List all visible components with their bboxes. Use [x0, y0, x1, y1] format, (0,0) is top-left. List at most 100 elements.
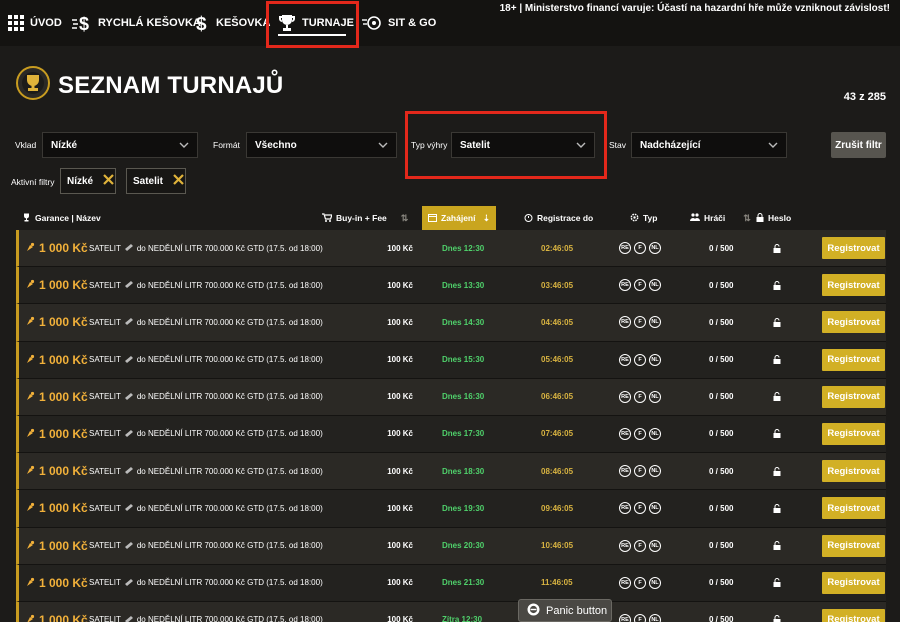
filter-select-format[interactable]: Všechno: [246, 132, 397, 158]
column-header-registration[interactable]: Registrace do: [524, 206, 593, 230]
players-cell: 0 / 500: [709, 429, 734, 439]
ticket-icon: [124, 503, 134, 513]
trophy-icon: [25, 315, 35, 329]
table-row: 1 000 Kč SATELIT do NEDĚLNÍ LITR 700.000…: [16, 230, 886, 268]
sort-desc-icon: ⇣: [482, 212, 490, 223]
filter-label-vklad: Vklad: [15, 140, 37, 150]
nav-item-kesovka[interactable]: $ KEŠOVKA: [196, 0, 270, 46]
table-row: 1 000 Kč SATELIT do NEDĚLNÍ LITR 700.000…: [16, 341, 886, 379]
active-filter-chip[interactable]: Nízké: [60, 168, 116, 194]
clear-filter-button[interactable]: Zrušit filtr: [831, 132, 886, 158]
start-cell: Dnes 12:30: [442, 243, 485, 253]
type-badge: F: [634, 242, 646, 254]
type-badges: RE F NL: [619, 453, 661, 489]
registration-countdown: 07:46:05: [541, 429, 574, 439]
guarantee-cell: 1 000 Kč: [25, 528, 88, 564]
column-header-password[interactable]: Heslo: [756, 206, 791, 230]
svg-text:$: $: [196, 14, 207, 33]
name-text: do NEDĚLNÍ LITR 700.000 Kč GTD (17.5. od…: [136, 466, 323, 476]
tournament-name[interactable]: SATELIT do NEDĚLNÍ LITR 700.000 Kč GTD (…: [89, 490, 323, 526]
register-button[interactable]: Registrovat: [822, 608, 885, 622]
type-badge: NL: [649, 502, 661, 515]
panic-button[interactable]: Panic button: [518, 599, 612, 622]
type-badge: NL: [649, 353, 661, 366]
name-text: do NEDĚLNÍ LITR 700.000 Kč GTD (17.5. od…: [136, 503, 323, 513]
unlocked-icon: [773, 342, 781, 378]
tournament-name[interactable]: SATELIT do NEDĚLNÍ LITR 700.000 Kč GTD (…: [89, 528, 323, 564]
nav-item-rychla-kesovka[interactable]: $ RYCHLÁ KEŠOVKA: [72, 0, 201, 46]
register-button[interactable]: Registrovat: [822, 237, 885, 259]
register-button[interactable]: Registrovat: [822, 497, 885, 520]
tournament-name[interactable]: SATELIT do NEDĚLNÍ LITR 700.000 Kč GTD (…: [89, 230, 323, 266]
type-badge: RE: [619, 316, 631, 329]
unlocked-icon: [773, 453, 781, 489]
column-header-start[interactable]: Zahájení ⇣: [422, 206, 496, 230]
grid-icon: [8, 15, 24, 31]
guarantee-amount: 1 000 Kč: [39, 575, 88, 590]
tournament-name[interactable]: SATELIT do NEDĚLNÍ LITR 700.000 Kč GTD (…: [89, 342, 323, 378]
buyin-cell: 100 Kč: [387, 466, 413, 476]
type-badge: NL: [649, 427, 661, 440]
name-text: do NEDĚLNÍ LITR 700.000 Kč GTD (17.5. od…: [136, 615, 323, 622]
type-badge: RE: [619, 427, 631, 440]
start-cell: Dnes 15:30: [442, 355, 485, 365]
unlocked-icon: [773, 528, 781, 564]
register-button[interactable]: Registrovat: [822, 274, 885, 297]
register-button[interactable]: Registrovat: [822, 422, 885, 445]
stopwatch-icon: [524, 213, 533, 224]
sitgo-icon: [362, 15, 382, 31]
column-header-name[interactable]: Garance | Název: [22, 206, 101, 230]
filter-select-stav[interactable]: Nadcházející: [631, 132, 787, 158]
name-text: do NEDĚLNÍ LITR 700.000 Kč GTD (17.5. od…: [136, 578, 323, 588]
register-button[interactable]: Registrovat: [822, 385, 885, 408]
trophy-icon: [25, 501, 35, 515]
tournament-name[interactable]: SATELIT do NEDĚLNÍ LITR 700.000 Kč GTD (…: [89, 565, 323, 601]
active-filter-chip[interactable]: Satelit: [126, 168, 186, 194]
registration-countdown: 02:46:05: [541, 243, 574, 253]
nav-item-uvod[interactable]: ÚVOD: [8, 0, 62, 46]
table-row: 1 000 Kč SATELIT do NEDĚLNÍ LITR 700.000…: [16, 601, 886, 622]
tournament-name[interactable]: SATELIT do NEDĚLNÍ LITR 700.000 Kč GTD (…: [89, 379, 323, 415]
name-prefix: SATELIT: [89, 243, 121, 253]
buyin-cell: 100 Kč: [387, 541, 413, 550]
registration-countdown: 11:46:05: [541, 578, 573, 588]
name-prefix: SATELIT: [89, 392, 121, 402]
register-button[interactable]: Registrovat: [822, 348, 885, 371]
panic-icon: [527, 603, 540, 619]
column-header-players[interactable]: Hráči ⇅: [690, 206, 751, 230]
nav-label: RYCHLÁ KEŠOVKA: [98, 17, 201, 29]
start-cell: Dnes 17:30: [442, 429, 485, 439]
unlocked-icon: [773, 602, 781, 622]
type-badges: RE F NL: [619, 528, 661, 564]
register-button[interactable]: Registrovat: [822, 534, 885, 557]
start-cell: Zítra 12:30: [442, 615, 483, 622]
register-button[interactable]: Registrovat: [822, 460, 885, 483]
type-badge: RE: [619, 539, 631, 552]
name-text: do NEDĚLNÍ LITR 700.000 Kč GTD (17.5. od…: [136, 392, 323, 402]
type-badge: F: [634, 353, 646, 366]
tournament-name[interactable]: SATELIT do NEDĚLNÍ LITR 700.000 Kč GTD (…: [89, 416, 323, 452]
players-cell: 0 / 500: [709, 503, 734, 513]
filter-select-vklad[interactable]: Nízké: [42, 132, 198, 158]
ticket-icon: [124, 317, 134, 327]
register-button[interactable]: Registrovat: [822, 571, 885, 594]
type-badge: RE: [619, 576, 631, 589]
players-cell: 0 / 500: [709, 317, 734, 327]
name-text: do NEDĚLNÍ LITR 700.000 Kč GTD (17.5. od…: [136, 317, 323, 327]
close-icon[interactable]: [173, 174, 184, 188]
table-row: 1 000 Kč SATELIT do NEDĚLNÍ LITR 700.000…: [16, 453, 886, 491]
tournament-name[interactable]: SATELIT do NEDĚLNÍ LITR 700.000 Kč GTD (…: [89, 267, 323, 303]
register-button[interactable]: Registrovat: [822, 311, 885, 334]
tournament-name[interactable]: SATELIT do NEDĚLNÍ LITR 700.000 Kč GTD (…: [89, 453, 323, 489]
unlocked-icon: [773, 267, 781, 303]
select-value: Všechno: [255, 139, 297, 151]
tournament-name[interactable]: SATELIT do NEDĚLNÍ LITR 700.000 Kč GTD (…: [89, 602, 323, 622]
column-header-buyin[interactable]: Buy-in + Fee ⇅: [322, 206, 408, 230]
tournament-name[interactable]: SATELIT do NEDĚLNÍ LITR 700.000 Kč GTD (…: [89, 304, 323, 340]
close-icon[interactable]: [103, 174, 114, 188]
nav-item-sit-go[interactable]: SIT & GO: [362, 0, 436, 46]
guarantee-amount: 1 000 Kč: [39, 538, 88, 553]
type-badges: RE F NL: [619, 602, 661, 622]
buyin-cell: 100 Kč: [387, 503, 413, 513]
column-header-type[interactable]: Typ: [630, 206, 657, 230]
